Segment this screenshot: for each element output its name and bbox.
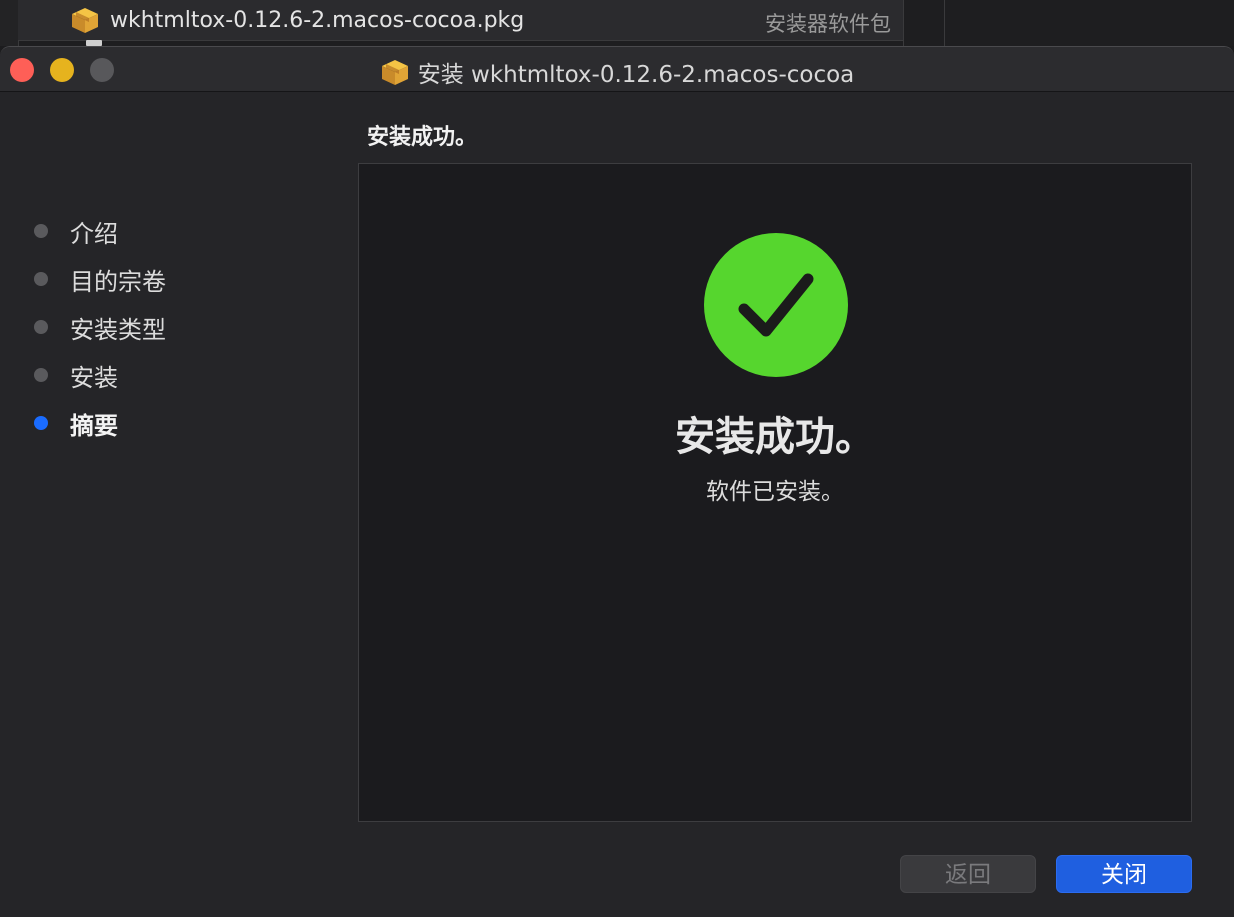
window-title-text: 安装 wkhtmltox-0.12.6-2.macos-cocoa [417, 62, 855, 88]
step-summary: 摘要 [34, 399, 166, 447]
finder-file-row[interactable]: wkhtmltox-0.12.6-2.macos-cocoa.pkg 安装器软件… [18, 0, 903, 41]
step-dot-active-icon [34, 416, 48, 430]
success-message: 软件已安装。 [706, 479, 844, 505]
step-dot-icon [34, 272, 48, 286]
section-heading: 安装成功。 [367, 125, 478, 150]
title-bar: 安装 wkhtmltox-0.12.6-2.macos-cocoa [0, 47, 1234, 92]
checkmark-circle-icon [704, 233, 848, 377]
step-installation: 安装 [34, 351, 166, 399]
finder-sidebar-edge [0, 0, 19, 46]
finder-window-background: wkhtmltox-0.12.6-2.macos-cocoa.pkg 安装器软件… [0, 0, 1234, 46]
step-dot-icon [34, 320, 48, 334]
finder-file-name: wkhtmltox-0.12.6-2.macos-cocoa.pkg [110, 8, 525, 33]
step-install-type: 安装类型 [34, 303, 166, 351]
package-icon [380, 58, 410, 92]
close-button[interactable]: 关闭 [1056, 855, 1192, 893]
step-label: 安装 [70, 363, 118, 392]
step-introduction: 介绍 [34, 207, 166, 255]
finder-column-divider [903, 0, 945, 46]
success-title: 安装成功。 [675, 414, 875, 460]
step-label: 介绍 [70, 219, 118, 248]
window-title: 安装 wkhtmltox-0.12.6-2.macos-cocoa [0, 55, 1234, 92]
step-destination: 目的宗卷 [34, 255, 166, 303]
step-label: 安装类型 [70, 315, 166, 344]
finder-file-kind: 安装器软件包 [765, 12, 891, 36]
installer-steps: 介绍 目的宗卷 安装类型 安装 摘要 [34, 207, 166, 447]
content-panel: 安装成功。 软件已安装。 [358, 163, 1192, 822]
step-label: 摘要 [70, 411, 118, 440]
back-button[interactable]: 返回 [900, 855, 1036, 893]
step-label: 目的宗卷 [70, 267, 166, 296]
installer-window: 安装 wkhtmltox-0.12.6-2.macos-cocoa 安装成功。 … [0, 46, 1234, 917]
step-dot-icon [34, 368, 48, 382]
step-dot-icon [34, 224, 48, 238]
package-icon [70, 6, 100, 38]
